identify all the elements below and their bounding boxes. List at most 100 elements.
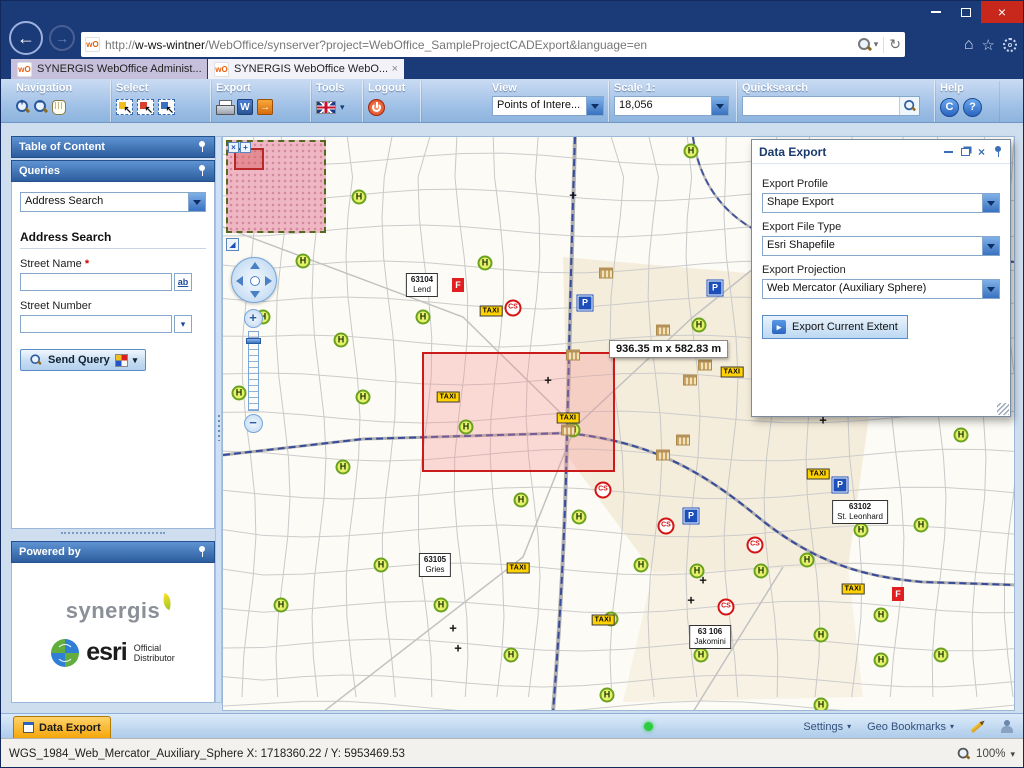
pan-right-icon[interactable] [265, 276, 272, 286]
select-polygon-button[interactable]: ↖ [137, 99, 154, 115]
maximize-button[interactable] [951, 1, 981, 23]
chevron-down-icon[interactable] [188, 193, 205, 211]
view-select[interactable]: Points of Intere... [492, 96, 604, 116]
query-form-heading: Address Search [20, 230, 206, 249]
zoom-in-slider-button[interactable]: + [244, 309, 263, 328]
back-button[interactable]: ← [9, 21, 43, 55]
select-rectangle-button[interactable]: ↖ [116, 99, 133, 115]
panel-title: Table of Content [19, 141, 105, 153]
edit-pencil-icon[interactable] [970, 720, 983, 732]
export-projection-select[interactable]: Web Mercator (Auxiliary Sphere) [762, 279, 1000, 299]
pin-icon[interactable] [197, 165, 207, 177]
data-export-task-tab[interactable]: Data Export [13, 716, 111, 738]
panel-resize-grip[interactable] [997, 403, 1009, 415]
favorites-star-icon[interactable]: ☆ [982, 36, 995, 54]
pan-up-icon[interactable] [250, 262, 260, 269]
overview-move-icon[interactable]: + [240, 142, 251, 153]
street-number-input[interactable] [20, 315, 172, 333]
user-icon[interactable] [1000, 720, 1013, 734]
send-query-button[interactable]: Send Query ▾ [20, 349, 146, 371]
zoom-out-button[interactable]: − [34, 100, 48, 114]
forward-button[interactable]: → [49, 25, 75, 51]
help-button[interactable]: ? [963, 98, 982, 117]
panel-header-table-of-content[interactable]: Table of Content [11, 136, 215, 158]
pin-icon[interactable] [197, 141, 207, 153]
export-file-type-select[interactable]: Esri Shapefile [762, 236, 1000, 256]
overview-expand-icon[interactable]: ◢ [226, 238, 239, 251]
word-export-button[interactable]: W [237, 99, 253, 115]
pan-hand-button[interactable] [52, 100, 66, 115]
settings-menu[interactable]: Settings▾ [803, 721, 851, 733]
maximize-icon [961, 8, 971, 17]
print-button[interactable] [216, 100, 233, 115]
hydrant-marker: H [478, 256, 493, 271]
zoom-slider-handle[interactable] [246, 338, 261, 344]
url-text[interactable]: http://w-ws-wintner/WebOffice/synserver?… [105, 38, 858, 52]
esri-distributor-text: Official Distributor [134, 643, 175, 663]
tab-close-icon[interactable]: × [392, 63, 398, 75]
tab-weboffice-admin[interactable]: wO SYNERGIS WebOffice Administ... [11, 59, 207, 79]
select-clear-button[interactable]: ↖ [158, 99, 175, 115]
group-label: Quicksearch [742, 82, 927, 94]
close-button[interactable]: × [981, 1, 1023, 23]
export-projection-label: Export Projection [762, 264, 1000, 276]
export-extent-rectangle[interactable] [422, 352, 615, 472]
autocomplete-chevron-icon[interactable]: ▾ [874, 39, 879, 50]
public-building-marker [561, 425, 575, 436]
data-export-header[interactable]: Data Export × [752, 140, 1010, 164]
back-icon: ← [17, 28, 35, 49]
geo-bookmarks-menu[interactable]: Geo Bookmarks▾ [867, 721, 954, 733]
quicksearch-button[interactable] [899, 97, 919, 115]
address-bar[interactable]: wO http://w-ws-wintner/WebOffice/synserv… [81, 32, 905, 57]
chevron-down-icon[interactable] [982, 280, 999, 298]
overview-map[interactable]: × + [226, 140, 326, 233]
refresh-icon[interactable]: ↻ [889, 36, 901, 53]
alphabetic-search-button[interactable]: ab [174, 273, 192, 291]
pin-icon[interactable] [197, 546, 207, 558]
overview-close-icon[interactable]: × [228, 142, 239, 153]
tools-chevron-icon[interactable]: ▾ [340, 102, 345, 113]
chevron-down-icon[interactable]: ▾ [133, 355, 138, 366]
language-flag-icon[interactable] [316, 101, 336, 114]
home-icon[interactable]: ⌂ [964, 36, 974, 54]
panel-header-queries[interactable]: Queries [11, 160, 215, 182]
tab-weboffice-active[interactable]: wO SYNERGIS WebOffice WebO... × [208, 59, 404, 79]
export-profile-select[interactable]: Shape Export [762, 193, 1000, 213]
zoom-in-button[interactable]: + [16, 100, 30, 114]
contact-button[interactable]: C [940, 98, 959, 117]
group-label: Tools [316, 82, 355, 94]
export-current-extent-button[interactable]: ▸ Export Current Extent [762, 315, 908, 339]
zoom-slider-track[interactable] [248, 331, 259, 411]
query-type-select[interactable]: Address Search [20, 192, 206, 212]
chevron-down-icon[interactable] [586, 97, 603, 115]
street-number-dropdown-button[interactable]: ▾ [174, 315, 192, 333]
search-icon[interactable] [858, 38, 872, 52]
pan-control[interactable] [231, 257, 277, 303]
minimize-button[interactable] [921, 1, 951, 23]
logout-power-button[interactable] [368, 99, 385, 116]
data-export-button[interactable]: → [257, 99, 273, 115]
pan-center-icon[interactable] [250, 276, 260, 286]
panel-close-icon[interactable]: × [978, 147, 985, 157]
gear-icon[interactable] [1003, 38, 1017, 52]
pan-down-icon[interactable] [250, 291, 260, 298]
chevron-down-icon[interactable] [711, 97, 728, 115]
map-splitter[interactable] [215, 136, 222, 703]
group-label: Scale 1: [614, 82, 729, 94]
pin-icon[interactable] [993, 146, 1003, 158]
chevron-down-icon[interactable] [982, 194, 999, 212]
group-label: Logout [368, 82, 413, 94]
street-name-input[interactable] [20, 273, 172, 291]
hydrant-marker: H [874, 608, 889, 623]
pan-left-icon[interactable] [236, 276, 243, 286]
scale-select[interactable]: 18,056 [614, 96, 729, 116]
quicksearch-input[interactable] [743, 97, 899, 115]
panel-header-powered-by[interactable]: Powered by [11, 541, 215, 563]
panel-minimize-icon[interactable] [944, 151, 953, 153]
panel-restore-icon[interactable] [961, 148, 970, 156]
sidebar-splitter[interactable] [61, 532, 165, 534]
chevron-down-icon[interactable] [982, 237, 999, 255]
tab-bar: wO SYNERGIS WebOffice Administ... wO SYN… [1, 59, 1023, 79]
zoom-out-slider-button[interactable]: − [244, 414, 263, 433]
browser-zoom-control[interactable]: 100% ▾ [957, 747, 1015, 761]
